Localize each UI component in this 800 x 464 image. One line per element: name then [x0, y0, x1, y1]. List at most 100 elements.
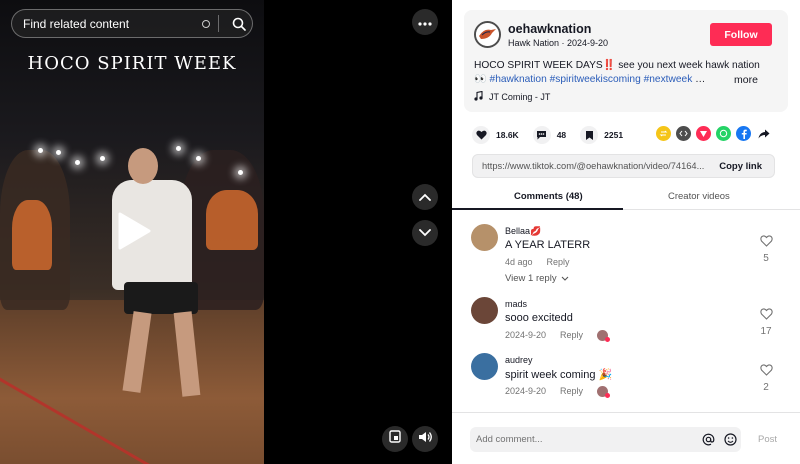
comment-like-button[interactable]: 5 — [758, 234, 774, 264]
search-placeholder: Find related content — [23, 16, 130, 31]
play-icon[interactable] — [116, 211, 152, 251]
phone-light — [100, 156, 105, 161]
video-description: HOCO SPIRIT WEEK DAYS‼️ see you next wee… — [474, 59, 774, 87]
loading-icon — [202, 19, 210, 28]
dancer-shorts — [124, 282, 198, 314]
dancer-head — [128, 148, 158, 184]
commenter-avatar[interactable] — [471, 297, 498, 324]
music-note-icon — [474, 90, 483, 103]
chevron-up-icon — [419, 188, 431, 206]
comment-meta: 4d ago Reply — [505, 257, 570, 267]
reply-button[interactable]: Reply — [547, 257, 570, 267]
author-avatar[interactable] — [474, 21, 501, 48]
author-subtitle: Hawk Nation · 2024-9-20 — [508, 38, 609, 48]
copy-link-button[interactable]: Copy link — [707, 161, 774, 172]
comment-text-emoji: 🎉 — [598, 369, 613, 381]
description-ellipsis: … — [695, 74, 706, 85]
view-replies-button[interactable]: View 1 reply — [505, 273, 569, 284]
comment-like-count: 5 — [763, 253, 769, 264]
tab-creator-videos[interactable]: Creator videos — [668, 191, 730, 202]
volume-button[interactable] — [412, 426, 438, 452]
hashtag-link[interactable]: #spiritweekiscoming — [550, 74, 641, 85]
details-panel: oehawknation Hawk Nation · 2024-9-20 Fol… — [452, 0, 800, 464]
search-divider — [218, 15, 219, 32]
like-button[interactable]: 18.6K — [472, 126, 519, 144]
comment-text: sooo excitedd — [505, 312, 573, 324]
more-link[interactable]: more — [734, 73, 758, 87]
embed-icon[interactable] — [676, 126, 691, 141]
commenter-name[interactable]: mads — [505, 299, 527, 309]
facebook-icon[interactable] — [736, 126, 751, 141]
follow-button[interactable]: Follow — [710, 23, 772, 46]
volume-icon — [418, 430, 433, 448]
phone-light — [75, 160, 80, 165]
mention-icon[interactable] — [697, 433, 719, 446]
comment-tabs: Comments (48) Creator videos — [452, 184, 800, 210]
more-options-button[interactable] — [412, 9, 438, 35]
next-video-button[interactable] — [412, 220, 438, 246]
comment-icon — [532, 126, 551, 144]
commenter-name[interactable]: Bellaa💋 — [505, 226, 541, 237]
comment-input-placeholder: Add comment... — [476, 434, 543, 445]
video-url[interactable]: https://www.tiktok.com/@oehawknation/vid… — [473, 161, 707, 171]
comment-like-button[interactable]: 17 — [758, 307, 774, 337]
phone-light — [38, 148, 43, 153]
previous-video-button[interactable] — [412, 184, 438, 210]
share-arrow-icon[interactable] — [756, 126, 771, 141]
reply-button[interactable]: Reply — [560, 330, 583, 341]
comment-like-button[interactable]: 2 — [758, 363, 774, 393]
comment-input[interactable]: Add comment... — [470, 427, 741, 452]
creator-liked-avatar — [597, 386, 611, 398]
heart-icon — [472, 126, 490, 144]
commenter-name[interactable]: audrey — [505, 355, 533, 365]
description-emoji: 👀 — [474, 74, 487, 85]
search-input[interactable]: Find related content — [11, 9, 253, 38]
tab-comments[interactable]: Comments (48) — [514, 191, 583, 202]
share-icons — [656, 126, 771, 141]
engagement-actions: 18.6K 48 2251 — [472, 126, 637, 144]
comment-date: 4d ago — [505, 257, 533, 267]
comment-date: 2024-9-20 — [505, 386, 547, 396]
hashtag-link[interactable]: #hawknation — [490, 74, 547, 85]
commenter-avatar[interactable] — [471, 353, 498, 380]
heart-outline-icon — [759, 307, 773, 324]
whatsapp-icon[interactable] — [716, 126, 731, 141]
commenter-avatar[interactable] — [471, 224, 498, 251]
description-text: HOCO SPIRIT WEEK DAYS‼️ see you next wee… — [474, 60, 760, 71]
comment-like-count: 2 — [763, 382, 769, 393]
video-link-bar: https://www.tiktok.com/@oehawknation/vid… — [472, 154, 775, 178]
comment-button[interactable]: 48 — [532, 126, 567, 144]
hashtag-link[interactable]: #nextweek — [644, 74, 693, 85]
comment-composer: Add comment... Post — [452, 412, 800, 464]
save-button[interactable]: 2251 — [580, 126, 623, 144]
video-area: HOCO SPIRIT WEEK Find related content — [0, 0, 452, 464]
comment-text-body: spirit week coming — [505, 369, 596, 381]
video-info-card: oehawknation Hawk Nation · 2024-9-20 Fol… — [464, 10, 788, 112]
music-title: JT Coming - JT — [489, 92, 551, 102]
comment-like-count: 17 — [760, 326, 772, 337]
emoji-icon[interactable] — [719, 433, 741, 446]
crowd-orange-vest — [206, 190, 258, 250]
music-info[interactable]: JT Coming - JT — [474, 90, 551, 103]
comment-meta: 2024-9-20 Reply — [505, 386, 611, 398]
heart-outline-icon — [759, 234, 773, 251]
creator-liked-avatar — [597, 330, 611, 342]
heart-outline-icon — [759, 363, 773, 380]
save-count: 2251 — [604, 130, 624, 140]
repost-icon[interactable] — [656, 126, 671, 141]
comment-date: 2024-9-20 — [505, 330, 547, 340]
comment-count: 48 — [556, 130, 567, 140]
active-tab-indicator — [452, 208, 623, 210]
comment-text: spirit week coming 🎉 — [505, 368, 612, 381]
send-to-friends-icon[interactable] — [696, 126, 711, 141]
video-player[interactable]: HOCO SPIRIT WEEK — [0, 0, 264, 464]
author-username[interactable]: oehawknation — [508, 22, 591, 36]
post-comment-button[interactable]: Post — [758, 434, 777, 445]
phone-light — [196, 156, 201, 161]
comment-meta: 2024-9-20 Reply — [505, 330, 611, 342]
search-icon[interactable] — [226, 17, 252, 31]
bookmark-icon — [580, 126, 599, 144]
picture-in-picture-button[interactable] — [382, 426, 408, 452]
reply-button[interactable]: Reply — [560, 386, 583, 397]
phone-light — [56, 150, 61, 155]
